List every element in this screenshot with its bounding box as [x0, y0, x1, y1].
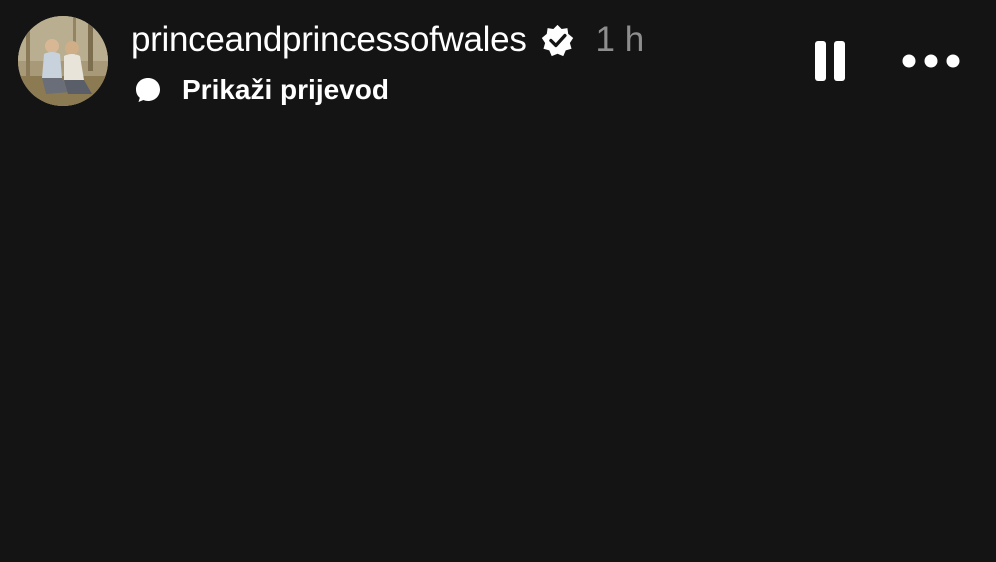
story-viewer: princeandprincessofwales 1 h Prikaži pri…: [0, 0, 996, 562]
post-time: 1 h: [595, 20, 645, 59]
pause-icon: [815, 41, 845, 81]
verified-badge-icon: [541, 24, 574, 57]
story-header: princeandprincessofwales 1 h Prikaži pri…: [0, 0, 996, 120]
show-translation-button[interactable]: Prikaži prijevod: [134, 72, 389, 108]
username-link[interactable]: princeandprincessofwales: [131, 20, 527, 60]
more-options-button[interactable]: [898, 44, 964, 78]
profile-avatar[interactable]: [18, 16, 108, 106]
avatar-image: [18, 16, 108, 106]
show-translation-label: Prikaži prijevod: [182, 74, 389, 105]
pause-button[interactable]: [808, 36, 852, 86]
username-row: princeandprincessofwales 1 h: [131, 18, 644, 62]
more-options-icon: [902, 54, 960, 68]
speech-bubble-icon: [134, 76, 162, 104]
